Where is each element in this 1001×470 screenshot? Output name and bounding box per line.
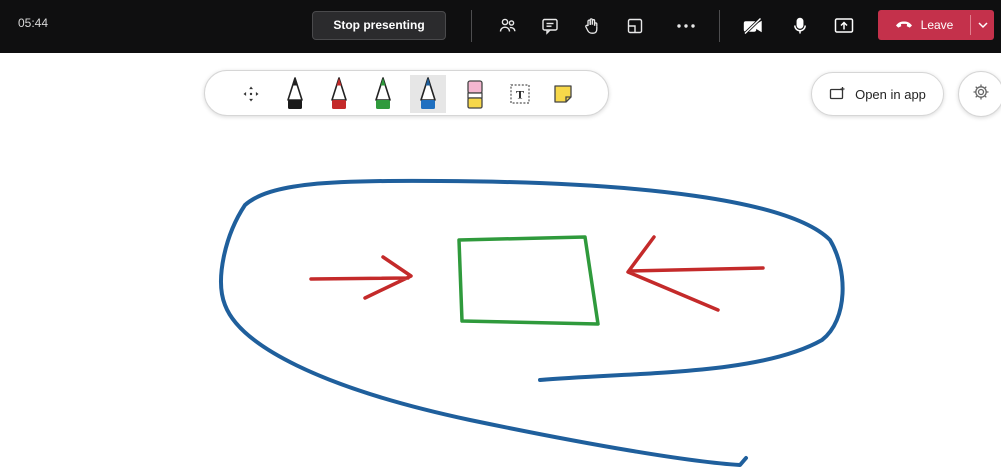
toolbar-divider [719,10,720,42]
leave-label: Leave [920,18,954,32]
text-tool-glyph: T [516,88,524,102]
green-ink-rectangle [457,235,600,326]
chevron-down-icon[interactable] [971,10,994,40]
meeting-control-bar: 05:44 Stop presenting Leave [0,0,1001,53]
mic-icon[interactable] [788,14,812,38]
open-in-app-icon [829,86,847,103]
sticky-note-icon[interactable] [545,75,581,113]
highlighter-icon[interactable] [457,75,493,113]
blue-pen-icon[interactable] [410,75,446,113]
text-box-icon[interactable]: T [502,75,538,113]
open-in-app-label: Open in app [855,86,926,102]
red-pen-icon[interactable] [321,75,357,113]
black-pen-icon[interactable] [277,75,313,113]
raise-hand-icon[interactable] [580,14,604,38]
meeting-timer: 05:44 [18,16,49,30]
leave-button[interactable]: Leave [878,10,970,40]
leave-button-group: Leave [878,10,994,40]
move-tool-icon[interactable] [233,75,269,113]
green-pen-icon[interactable] [365,75,401,113]
open-in-app-button[interactable]: Open in app [811,72,944,116]
more-icon[interactable] [674,14,698,38]
red-ink-arrow-right [626,235,765,312]
stop-presenting-button[interactable]: Stop presenting [312,11,446,40]
settings-button[interactable] [958,71,1001,117]
chat-icon[interactable] [538,14,562,38]
phone-hangup-icon [895,18,913,32]
toolbar-divider [471,10,472,42]
red-ink-arrow-left [309,255,413,300]
people-icon[interactable] [496,14,520,38]
gear-icon [972,83,990,106]
camera-off-icon[interactable] [741,14,765,38]
rooms-icon[interactable] [623,14,647,38]
share-icon[interactable] [832,14,856,38]
whiteboard-canvas[interactable] [0,120,1001,470]
whiteboard-toolbar: T [204,70,609,116]
